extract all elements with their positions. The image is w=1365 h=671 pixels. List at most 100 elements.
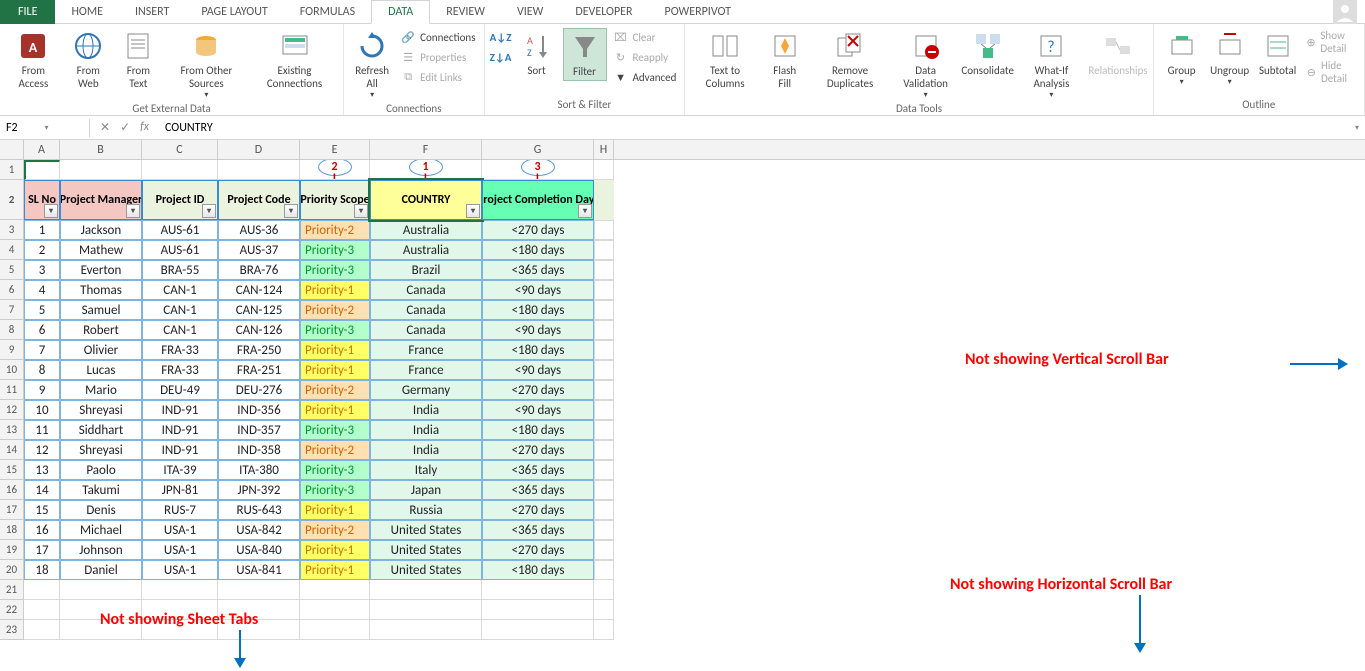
cell-pid[interactable]: IND-91	[142, 420, 218, 440]
cell-sl[interactable]: 13	[24, 460, 60, 480]
row-header[interactable]: 2	[0, 180, 24, 220]
cell-code[interactable]: JPN-392	[218, 480, 300, 500]
row-header[interactable]: 18	[0, 520, 24, 540]
cell-pid[interactable]: CAN-1	[142, 320, 218, 340]
cell-country[interactable]: France	[370, 360, 482, 380]
cell-priority[interactable]: Priority-3	[300, 320, 370, 340]
cell-pid[interactable]: AUS-61	[142, 240, 218, 260]
col-header[interactable]: C	[142, 140, 218, 159]
cell-pid[interactable]: JPN-81	[142, 480, 218, 500]
cell-code[interactable]: CAN-124	[218, 280, 300, 300]
row-header[interactable]: 8	[0, 320, 24, 340]
cell-priority[interactable]: Priority-2	[300, 520, 370, 540]
cell-pid[interactable]: USA-1	[142, 540, 218, 560]
tab-file[interactable]: FILE	[0, 0, 55, 24]
cell-pm[interactable]: Shreyasi	[60, 440, 142, 460]
reapply-button[interactable]: ↻Reapply	[611, 48, 679, 66]
cell-priority[interactable]: Priority-3	[300, 460, 370, 480]
fx-icon[interactable]: fx	[140, 120, 149, 135]
cell-country[interactable]: Germany	[370, 380, 482, 400]
name-box[interactable]: F2▾	[0, 119, 90, 137]
cell-country[interactable]: India	[370, 400, 482, 420]
cell-sl[interactable]: 6	[24, 320, 60, 340]
cell-country[interactable]: United States	[370, 540, 482, 560]
row-header[interactable]: 6	[0, 280, 24, 300]
sort-asc-button[interactable]: A↓Z	[491, 28, 511, 46]
cell-priority[interactable]: Priority-3	[300, 240, 370, 260]
cell-days[interactable]: <270 days	[482, 220, 594, 240]
relationships-button[interactable]: Relationships	[1089, 28, 1146, 79]
row-header[interactable]: 7	[0, 300, 24, 320]
cell-country[interactable]: United States	[370, 560, 482, 580]
cell-days[interactable]: <270 days	[482, 500, 594, 520]
row-header[interactable]: 17	[0, 500, 24, 520]
cell-pid[interactable]: IND-91	[142, 440, 218, 460]
cell-priority[interactable]: Priority-3	[300, 420, 370, 440]
cell-days[interactable]: <180 days	[482, 300, 594, 320]
cell-priority[interactable]: Priority-1	[300, 560, 370, 580]
cell-pid[interactable]: USA-1	[142, 520, 218, 540]
cell-days[interactable]: <365 days	[482, 520, 594, 540]
cell-pm[interactable]: Robert	[60, 320, 142, 340]
cell-priority[interactable]: Priority-2	[300, 300, 370, 320]
select-all-corner[interactable]	[0, 140, 24, 159]
cell-pid[interactable]: FRA-33	[142, 360, 218, 380]
cell-pm[interactable]: Daniel	[60, 560, 142, 580]
cell-sl[interactable]: 14	[24, 480, 60, 500]
row-header[interactable]: 5	[0, 260, 24, 280]
cell-pm[interactable]: Johnson	[60, 540, 142, 560]
cell-days[interactable]: <90 days	[482, 360, 594, 380]
row-header[interactable]: 14	[0, 440, 24, 460]
tab-developer[interactable]: DEVELOPER	[559, 0, 648, 24]
cell-pid[interactable]: BRA-55	[142, 260, 218, 280]
row-header[interactable]: 12	[0, 400, 24, 420]
cell-sl[interactable]: 17	[24, 540, 60, 560]
properties-button[interactable]: ☰Properties	[398, 48, 477, 66]
ungroup-button[interactable]: Ungroup▾	[1208, 28, 1252, 89]
cancel-icon[interactable]: ✕	[100, 120, 110, 135]
col-header[interactable]: E	[300, 140, 370, 159]
tab-data[interactable]: DATA	[371, 0, 430, 24]
cell-code[interactable]: CAN-125	[218, 300, 300, 320]
cell-priority[interactable]: Priority-3	[300, 260, 370, 280]
cell-code[interactable]: RUS-643	[218, 500, 300, 520]
cell-sl[interactable]: 7	[24, 340, 60, 360]
text-to-columns-button[interactable]: Text to Columns	[691, 28, 758, 92]
sort-desc-button[interactable]: Z↓A	[491, 48, 511, 66]
tab-insert[interactable]: INSERT	[119, 0, 185, 24]
cell-priority[interactable]: Priority-1	[300, 280, 370, 300]
sort-button[interactable]: AZSort	[515, 28, 559, 79]
cell-days[interactable]: <90 days	[482, 320, 594, 340]
row-header[interactable]: 10	[0, 360, 24, 380]
cell-priority[interactable]: Priority-1	[300, 500, 370, 520]
from-web-button[interactable]: From Web	[65, 28, 112, 92]
cell-code[interactable]: USA-840	[218, 540, 300, 560]
row-header[interactable]: 19	[0, 540, 24, 560]
cell-country[interactable]: Australia	[370, 220, 482, 240]
cell-pid[interactable]: DEU-49	[142, 380, 218, 400]
cell-pid[interactable]: IND-91	[142, 400, 218, 420]
cell-code[interactable]: ITA-380	[218, 460, 300, 480]
col-header[interactable]: A	[24, 140, 60, 159]
cell-code[interactable]: USA-841	[218, 560, 300, 580]
cell-pm[interactable]: Jackson	[60, 220, 142, 240]
cell-code[interactable]: IND-357	[218, 420, 300, 440]
formula-input[interactable]: COUNTRY	[159, 119, 1349, 137]
remove-duplicates-button[interactable]: Remove Duplicates	[811, 28, 890, 92]
filter-dropdown-icon[interactable]: ▾	[466, 204, 480, 218]
group-button[interactable]: Group▾	[1160, 28, 1204, 89]
filter-dropdown-icon[interactable]: ▾	[284, 204, 298, 218]
advanced-button[interactable]: ▼Advanced	[611, 68, 679, 86]
cell-days[interactable]: <365 days	[482, 460, 594, 480]
cell-pid[interactable]: USA-1	[142, 560, 218, 580]
cell-sl[interactable]: 16	[24, 520, 60, 540]
cell-priority[interactable]: Priority-1	[300, 540, 370, 560]
cell-pm[interactable]: Everton	[60, 260, 142, 280]
cell-sl[interactable]: 2	[24, 240, 60, 260]
cell-sl[interactable]: 18	[24, 560, 60, 580]
cell-pid[interactable]: CAN-1	[142, 280, 218, 300]
cell-sl[interactable]: 9	[24, 380, 60, 400]
cell-code[interactable]: AUS-37	[218, 240, 300, 260]
hide-detail-button[interactable]: ⊖Hide Detail	[1304, 58, 1358, 86]
cell-days[interactable]: <270 days	[482, 540, 594, 560]
